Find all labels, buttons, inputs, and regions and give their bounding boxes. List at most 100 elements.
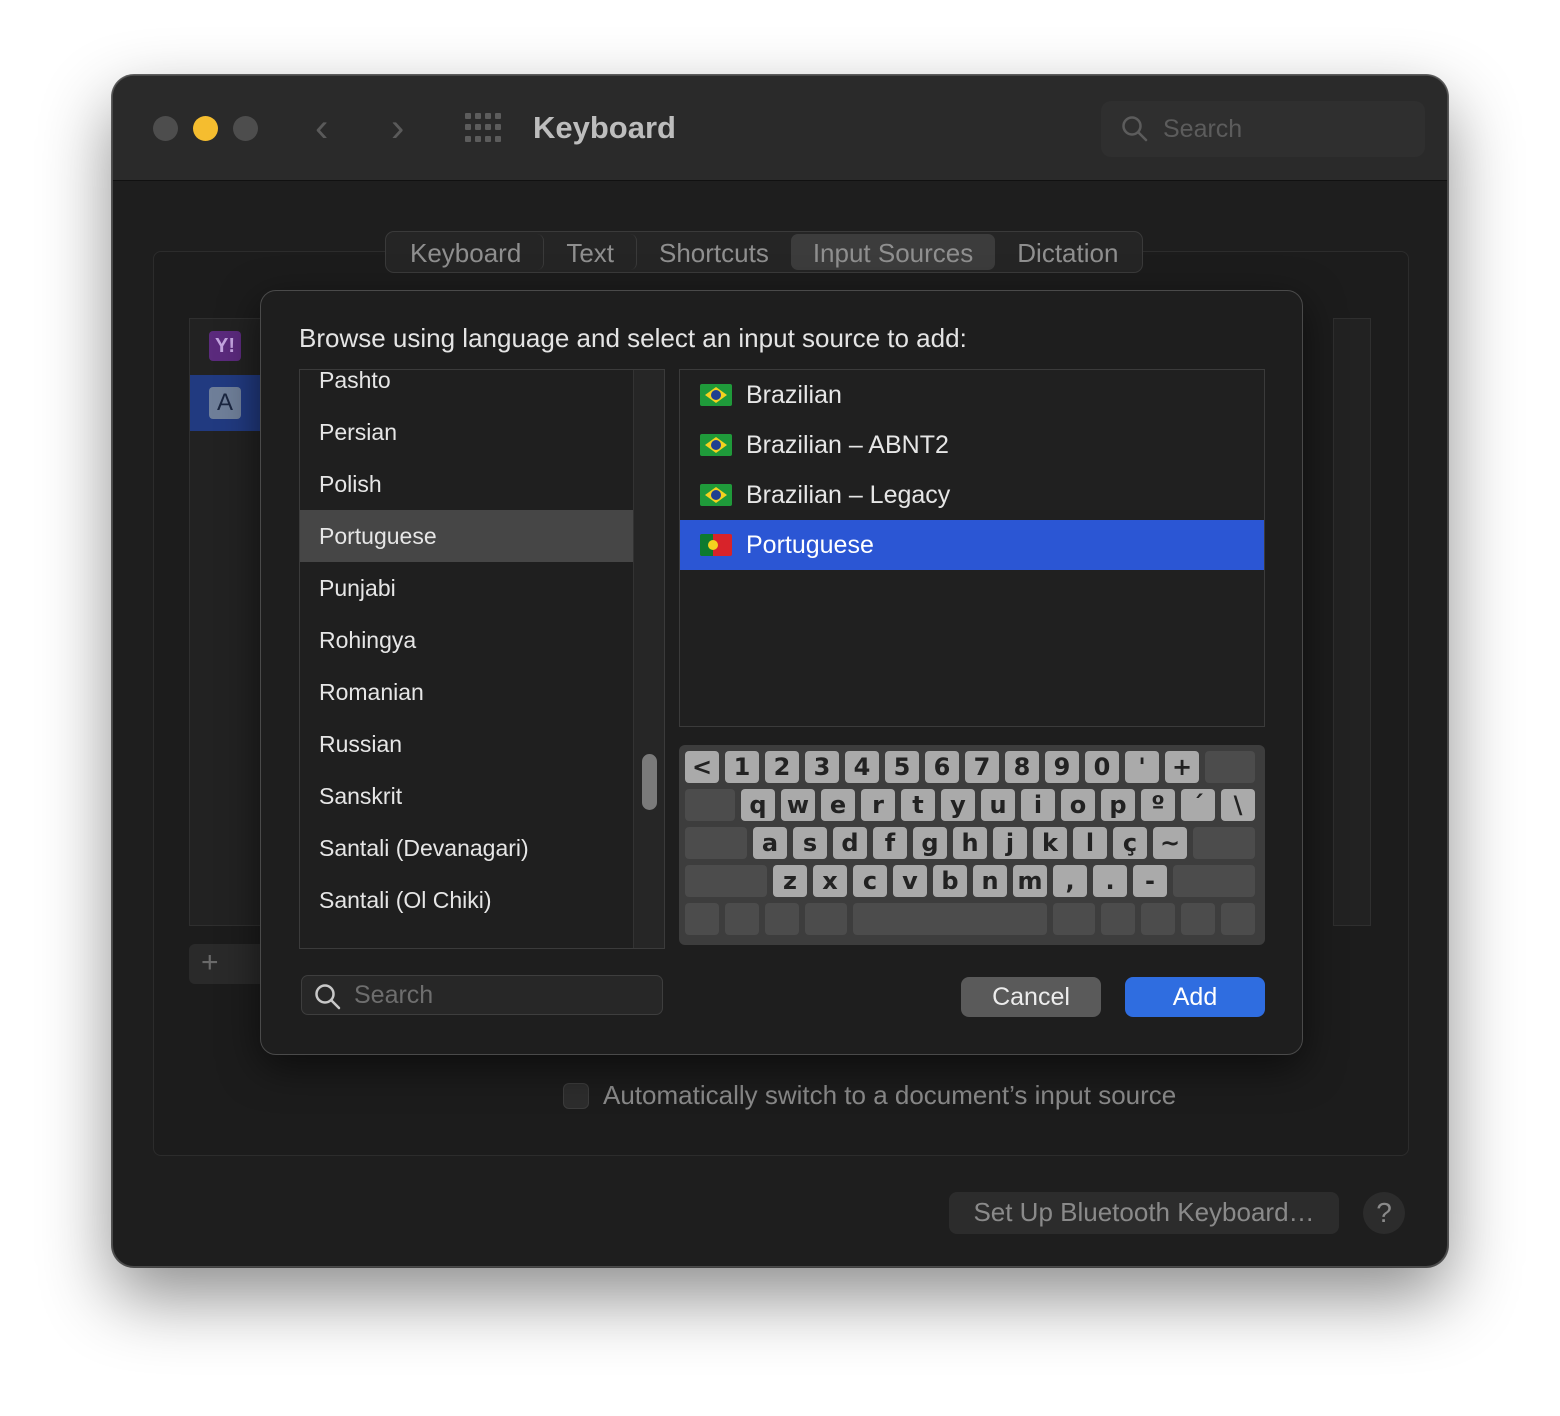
portugal-flag-icon [700, 534, 732, 556]
abc-input-icon: A [209, 387, 241, 419]
tab-shortcuts[interactable]: Shortcuts [637, 234, 791, 270]
forward-arrow-icon[interactable]: › [391, 106, 404, 150]
language-item[interactable]: Sanskrit [300, 770, 633, 822]
command-key [805, 903, 847, 935]
input-sources-list: Y! A [189, 318, 270, 926]
key: y [941, 789, 975, 821]
key: . [1093, 865, 1127, 897]
source-label: Brazilian – Legacy [746, 480, 951, 509]
key: 9 [1045, 751, 1079, 783]
option-key [765, 903, 799, 935]
brazil-flag-icon [700, 384, 732, 406]
language-item[interactable]: Russian [300, 718, 633, 770]
preferences-search-field[interactable]: Search [1101, 101, 1425, 157]
key: , [1053, 865, 1087, 897]
language-scroll-thumb[interactable] [642, 754, 657, 810]
bluetooth-keyboard-button[interactable]: Set Up Bluetooth Keyboard… [949, 1192, 1339, 1234]
key: v [893, 865, 927, 897]
language-search-input[interactable] [354, 979, 654, 1011]
tab-bar: Keyboard Text Shortcuts Input Sources Di… [385, 231, 1144, 273]
keyboard-layout-preview: < 1 2 3 4 5 6 7 8 9 0 ' + q w e r t y u … [679, 745, 1265, 945]
close-button[interactable] [153, 116, 178, 141]
auto-switch-row: Automatically switch to a document’s inp… [563, 1080, 1176, 1111]
key: f [873, 827, 907, 859]
source-item-brazilian-legacy[interactable]: Brazilian – Legacy [680, 470, 1264, 520]
input-source-options-list[interactable]: Brazilian Brazilian – ABNT2 Brazilian – … [679, 369, 1265, 727]
key: x [813, 865, 847, 897]
key: e [821, 789, 855, 821]
key: ~ [1153, 827, 1187, 859]
key: 2 [765, 751, 799, 783]
language-item[interactable]: Persian [300, 406, 633, 458]
add-input-source-button[interactable]: + [189, 944, 269, 984]
key: 7 [965, 751, 999, 783]
key: h [953, 827, 987, 859]
key: i [1021, 789, 1055, 821]
key: d [833, 827, 867, 859]
language-search-field[interactable] [301, 975, 663, 1015]
language-item[interactable]: Romanian [300, 666, 633, 718]
search-icon [315, 984, 341, 1010]
source-item-brazilian-abnt2[interactable]: Brazilian – ABNT2 [680, 420, 1264, 470]
tab-text[interactable]: Text [544, 234, 637, 270]
return-key [1193, 827, 1255, 859]
preferences-window: ‹ › Keyboard Search Keyboard Text Shortc… [112, 75, 1448, 1267]
auto-switch-checkbox[interactable] [563, 1082, 589, 1109]
key: 6 [925, 751, 959, 783]
minimize-button[interactable] [193, 116, 218, 141]
key: 0 [1085, 751, 1119, 783]
source-item-brazilian[interactable]: Brazilian [680, 370, 1264, 420]
input-source-item-yahoo[interactable]: Y! [190, 319, 270, 375]
key: z [773, 865, 807, 897]
language-list[interactable]: Pashto Persian Polish Portuguese Punjabi… [299, 369, 665, 949]
key: q [741, 789, 775, 821]
language-scrollbar[interactable] [633, 370, 664, 948]
source-label: Brazilian [746, 380, 842, 409]
key: k [1033, 827, 1067, 859]
auto-switch-label: Automatically switch to a document’s inp… [603, 1080, 1177, 1110]
language-item[interactable]: Santali (Ol Chiki) [300, 874, 633, 926]
sheet-title: Browse using language and select an inpu… [299, 323, 967, 353]
input-source-item-abc[interactable]: A [190, 375, 270, 431]
key: \ [1221, 789, 1255, 821]
back-arrow-icon[interactable]: ‹ [315, 106, 328, 150]
caps-lock-key [685, 827, 747, 859]
key: 4 [845, 751, 879, 783]
key: p [1101, 789, 1135, 821]
search-placeholder: Search [1163, 115, 1243, 143]
tab-dictation[interactable]: Dictation [995, 234, 1140, 270]
delete-key [1205, 751, 1255, 783]
language-item[interactable]: Polish [300, 458, 633, 510]
tab-keyboard[interactable]: Keyboard [388, 234, 545, 270]
language-items: Pashto Persian Polish Portuguese Punjabi… [300, 370, 633, 926]
source-item-portuguese[interactable]: Portuguese [680, 520, 1264, 570]
language-item-selected[interactable]: Portuguese [300, 510, 633, 562]
source-label: Brazilian – ABNT2 [746, 430, 949, 459]
brazil-flag-icon [700, 434, 732, 456]
key: ç [1113, 827, 1147, 859]
left-shift-key [685, 865, 767, 897]
key: º [1141, 789, 1175, 821]
tab-input-sources[interactable]: Input Sources [790, 234, 996, 270]
key: s [793, 827, 827, 859]
zoom-button[interactable] [233, 116, 258, 141]
add-input-source-sheet: Browse using language and select an inpu… [260, 290, 1303, 1055]
language-item[interactable]: Santali (Devanagari) [300, 822, 633, 874]
show-all-grid-icon[interactable] [465, 113, 503, 143]
help-button[interactable]: ? [1363, 1192, 1405, 1234]
fn-key [685, 903, 719, 935]
add-button[interactable]: Add [1125, 977, 1265, 1017]
key: + [1165, 751, 1199, 783]
key: m [1013, 865, 1047, 897]
key: 8 [1005, 751, 1039, 783]
key: l [1073, 827, 1107, 859]
window-title: Keyboard [533, 110, 676, 145]
key: o [1061, 789, 1095, 821]
title-bar: ‹ › Keyboard Search [113, 76, 1447, 181]
cancel-button[interactable]: Cancel [961, 977, 1101, 1017]
language-item[interactable]: Rohingya [300, 614, 633, 666]
language-item[interactable]: Punjabi [300, 562, 633, 614]
key: 5 [885, 751, 919, 783]
language-item[interactable]: Pashto [300, 370, 633, 406]
key: g [913, 827, 947, 859]
